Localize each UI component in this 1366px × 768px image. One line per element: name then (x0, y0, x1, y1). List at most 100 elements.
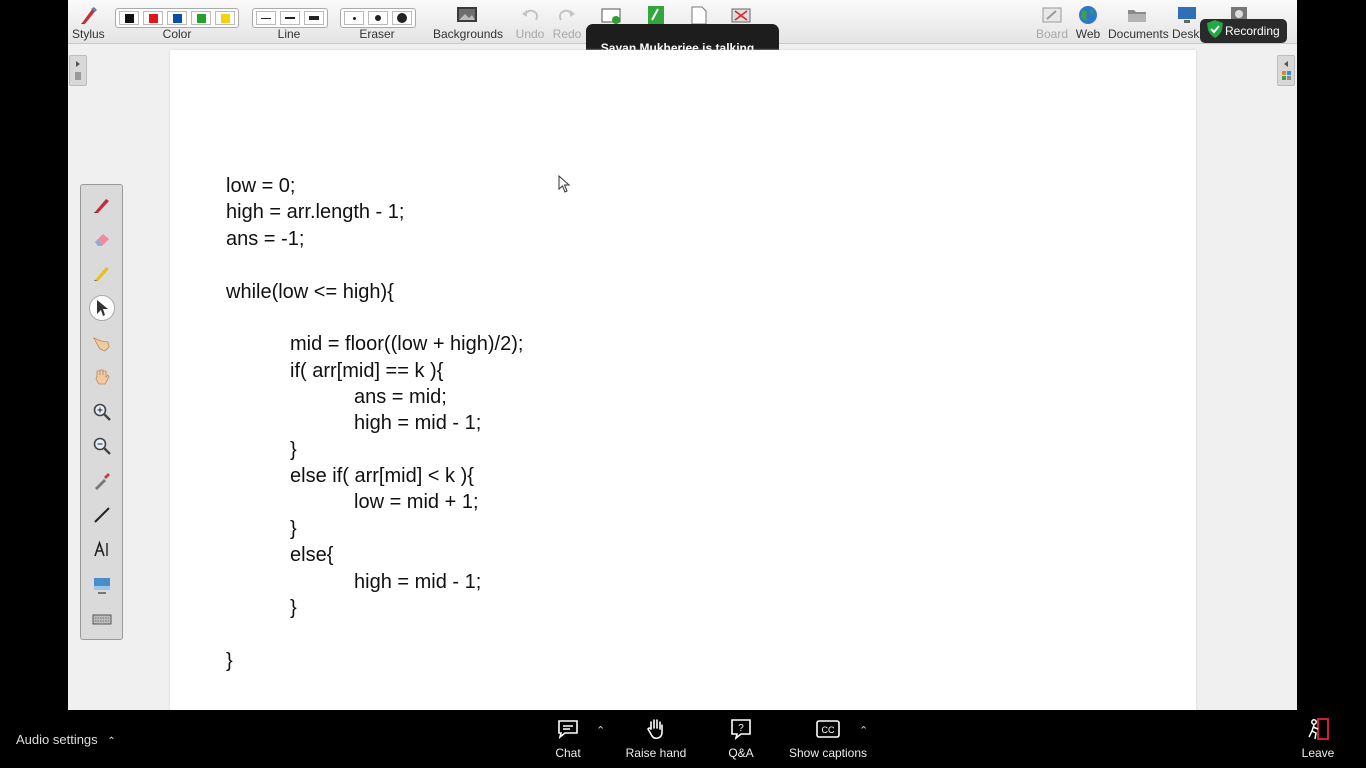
code-line: low = mid + 1; (354, 491, 479, 513)
highlighter-tool[interactable] (89, 260, 115, 286)
web-button[interactable]: Web (1074, 0, 1102, 44)
keyboard-icon (92, 614, 112, 625)
svg-text:?: ? (738, 723, 744, 734)
code-line: } (290, 597, 297, 619)
board-button[interactable]: Board (1036, 0, 1068, 44)
show-captions-label: Show captions (788, 746, 868, 760)
monitor-icon (1178, 7, 1196, 23)
eraser-small-option[interactable] (344, 11, 364, 25)
redo-label: Redo (552, 27, 582, 41)
raise-hand-button[interactable]: Raise hand (624, 716, 688, 760)
undo-button[interactable]: Undo (513, 0, 547, 44)
pen-icon (94, 199, 109, 213)
keyboard-tool[interactable] (89, 606, 115, 632)
folder-icon (1128, 10, 1146, 22)
screen-capture-tool[interactable] (89, 572, 115, 598)
chevron-up-icon: ⌃ (107, 736, 116, 747)
code-line: high = mid - 1; (354, 412, 482, 434)
zoom-out-tool[interactable] (89, 433, 115, 459)
line-medium-option[interactable] (280, 11, 300, 25)
chat-button[interactable]: Chat (554, 716, 582, 760)
eyedropper-tool[interactable] (89, 468, 115, 494)
color-picker[interactable]: Color (115, 0, 239, 44)
eraser-icon (95, 234, 109, 246)
add-page-icon (648, 6, 664, 24)
pan-hand-tool[interactable] (89, 364, 115, 390)
raise-hand-icon (647, 719, 663, 740)
stylus-label: Stylus (72, 27, 105, 41)
recording-label: Recording (1225, 24, 1280, 38)
color-blue-swatch[interactable] (167, 11, 187, 25)
line-width-options (252, 8, 328, 28)
line-tool[interactable] (89, 502, 115, 528)
line-thin-option[interactable] (256, 11, 276, 25)
leave-button[interactable]: Leave (1300, 716, 1336, 760)
line-label: Line (277, 27, 301, 41)
color-swatches (115, 8, 239, 28)
eraser-tool[interactable] (89, 226, 115, 252)
line-width-picker[interactable]: Line (252, 0, 328, 44)
line-icon (94, 507, 110, 523)
redo-button[interactable]: Redo (550, 0, 584, 44)
stylus-icon (81, 7, 97, 24)
select-tool[interactable] (89, 295, 115, 321)
qa-button[interactable]: ? Q&A (726, 716, 756, 760)
arrow-pointer-icon (97, 300, 108, 316)
eraser-size-picker[interactable]: Eraser (340, 0, 416, 44)
documents-button[interactable]: Documents (1108, 0, 1169, 44)
desktop-button[interactable]: Deskto (1172, 0, 1210, 44)
globe-icon (1079, 6, 1097, 24)
expand-left-icon (75, 61, 81, 80)
eyedropper-icon (95, 473, 110, 490)
code-line: ans = -1; (226, 228, 305, 250)
right-panel-handle[interactable] (1277, 55, 1295, 86)
pen-tool[interactable] (89, 192, 115, 218)
code-line: high = arr.length - 1; (226, 201, 405, 223)
leave-icon (1308, 718, 1329, 740)
code-line: low = 0; (226, 175, 296, 197)
captions-options-chevron-icon[interactable]: ⌃ (859, 724, 868, 737)
new-page-icon (601, 8, 621, 24)
zoom-in-tool[interactable] (89, 399, 115, 425)
audio-settings-button[interactable]: Audio settings ⌃ (16, 732, 116, 747)
pointer-hand-tool[interactable] (89, 330, 115, 356)
chat-label: Chat (555, 746, 581, 760)
color-green-swatch[interactable] (191, 11, 211, 25)
security-shield-icon (1207, 20, 1223, 38)
whiteboard-page[interactable]: low = 0; high = arr.length - 1; ans = -1… (170, 50, 1196, 710)
undo-icon (522, 9, 538, 21)
code-line: while(low <= high){ (226, 281, 394, 303)
captions-icon: CC (816, 720, 840, 738)
show-captions-button[interactable]: CC Show captions (786, 716, 870, 760)
shared-screen: Stylus Color Line Eraser Backgrounds Und… (68, 0, 1297, 710)
code-line: } (226, 650, 233, 672)
highlighter-icon (94, 267, 109, 281)
left-panel-handle[interactable] (69, 55, 87, 86)
eraser-medium-option[interactable] (368, 11, 388, 25)
documents-label: Documents (1108, 27, 1169, 41)
code-line: high = mid - 1; (354, 571, 482, 593)
screen-capture-icon (94, 578, 110, 594)
backgrounds-button[interactable]: Backgrounds (433, 0, 503, 44)
stylus-tool[interactable]: Stylus (72, 0, 105, 44)
code-line: else if( arr[mid] < k ){ (290, 465, 474, 487)
code-line: mid = floor((low + high)/2); (290, 333, 524, 355)
color-red-swatch[interactable] (143, 11, 163, 25)
expand-right-icon (1282, 61, 1291, 80)
audio-settings-label: Audio settings (16, 732, 98, 747)
chat-options-chevron-icon[interactable]: ⌃ (596, 724, 605, 737)
line-thick-option[interactable] (304, 11, 324, 25)
svg-text:CC: CC (822, 725, 835, 735)
eraser-large-option[interactable] (392, 11, 412, 25)
raise-hand-label: Raise hand (625, 746, 687, 760)
color-yellow-swatch[interactable] (215, 11, 235, 25)
text-tool[interactable] (89, 537, 115, 563)
color-black-swatch[interactable] (119, 11, 139, 25)
desktop-label: Deskto (1172, 27, 1210, 41)
code-line: if( arr[mid] == k ){ (290, 360, 444, 382)
chat-icon (558, 720, 578, 740)
code-line: else{ (290, 544, 334, 566)
page-icon (691, 6, 707, 25)
qa-icon: ? (731, 719, 751, 741)
code-line: } (290, 439, 297, 461)
